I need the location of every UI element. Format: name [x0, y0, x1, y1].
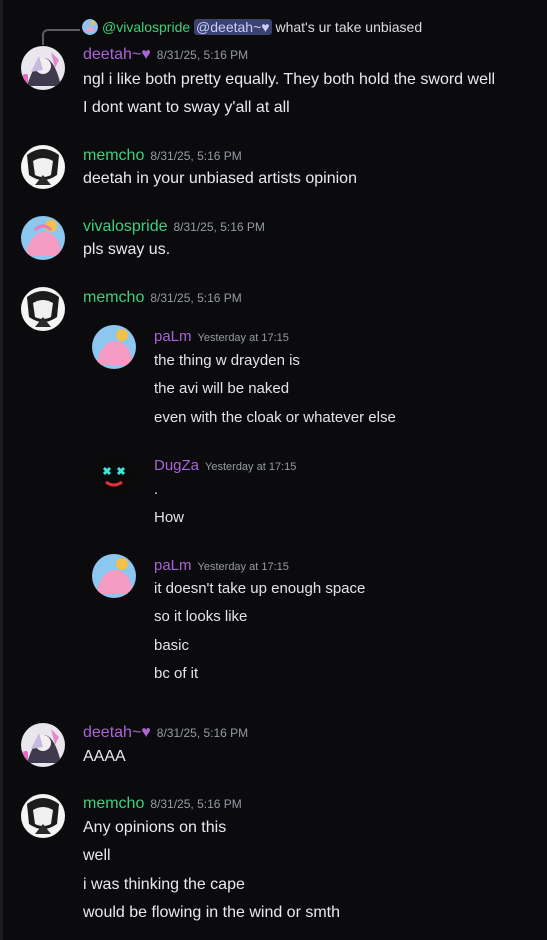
message-memcho-1: memcho 8/31/25, 5:16 PM deetah in your un… [0, 140, 547, 200]
timestamp: 8/31/25, 5:16 PM [150, 149, 242, 163]
reply-connector [42, 29, 80, 45]
message-memcho-3: memcho 8/31/25, 5:16 PM Any opinions on t… [0, 789, 547, 940]
avatar-palm [92, 554, 136, 598]
reply-preview[interactable]: @vivalospride @deetah~♥ what's ur take u… [82, 19, 422, 35]
embed-text: the avi will be naked [154, 380, 290, 397]
avatar-memcho[interactable] [21, 287, 65, 331]
avatar-memcho[interactable] [21, 794, 65, 838]
message-deetah-1: @vivalospride @deetah~♥ what's ur take u… [0, 0, 547, 130]
embed-author: DugZa Yesterday at 17:15 [154, 457, 296, 474]
author-name[interactable]: deetah~♥ 8/31/25, 5:16 PM [83, 724, 248, 742]
author-label[interactable]: deetah~♥ [83, 724, 151, 741]
message-text: Any opinions on this [83, 819, 227, 836]
reply-text: what's ur take unbiased [275, 19, 423, 35]
embed-author-label: paLm [154, 557, 192, 574]
author-label[interactable]: vivalospride [83, 218, 167, 235]
author-name[interactable]: memcho 8/31/25, 5:16 PM [83, 289, 242, 307]
avatar-palm [92, 325, 136, 369]
embed-text: bc of it [154, 665, 199, 682]
author-name[interactable]: memcho 8/31/25, 5:16 PM [83, 147, 242, 165]
timestamp: 8/31/25, 5:16 PM [156, 726, 249, 740]
author-name[interactable]: vivalospride 8/31/25, 5:16 PM [83, 218, 265, 236]
embed-timestamp: Yesterday at 17:15 [205, 461, 297, 473]
embed-timestamp: Yesterday at 17:15 [197, 561, 289, 573]
embed-text: even with the cloak or whatever else [154, 409, 396, 426]
embed-text: so it looks like [154, 608, 248, 625]
avatar-dugza [92, 454, 136, 498]
message-text: I dont want to sway y'all at all [83, 99, 290, 116]
message-text: well [83, 847, 111, 864]
embed-text: basic [154, 637, 190, 654]
reply-avatar [82, 19, 98, 35]
avatar-vivalospride[interactable] [21, 216, 65, 260]
embed-author-label: paLm [154, 328, 192, 345]
message-text: ngl i like both pretty equally. They bot… [83, 71, 496, 88]
message-memcho-2: memcho 8/31/25, 5:16 PM paLm Yesterday at … [0, 282, 547, 702]
author-label[interactable]: deetah~♥ [83, 46, 151, 63]
message-vivalospride: vivalospride 8/31/25, 5:16 PM pls sway us… [0, 211, 547, 271]
embed-timestamp: Yesterday at 17:15 [197, 332, 289, 344]
reply-author[interactable]: @vivalospride [102, 19, 190, 35]
message-text: would be flowing in the wind or smth [83, 904, 341, 921]
timestamp: 8/31/25, 5:16 PM [173, 220, 265, 234]
embed-text: it doesn't take up enough space [154, 580, 366, 597]
avatar-deetah[interactable] [21, 723, 65, 767]
message-text: pls sway us. [83, 241, 171, 258]
embed-text: . [154, 481, 159, 498]
embed-author: paLm Yesterday at 17:15 [154, 328, 289, 345]
timestamp: 8/31/25, 5:16 PM [150, 797, 242, 811]
message-text: i was thinking the cape [83, 876, 245, 893]
avatar-deetah[interactable] [21, 46, 65, 90]
reply-mention[interactable]: @deetah~♥ [194, 19, 272, 35]
message-text: AAAA [83, 748, 126, 765]
author-name[interactable]: memcho 8/31/25, 5:16 PM [83, 795, 242, 813]
timestamp: 8/31/25, 5:16 PM [156, 48, 249, 62]
timestamp: 8/31/25, 5:16 PM [150, 291, 242, 305]
embed-author: paLm Yesterday at 17:15 [154, 557, 289, 574]
embed-text: the thing w drayden is [154, 352, 300, 369]
embed-text: How [154, 509, 185, 526]
message-text: deetah in your unbiased artists opinion [83, 170, 357, 187]
message-deetah-2: deetah~♥ 8/31/25, 5:16 PM AAAA [0, 718, 547, 778]
author-label[interactable]: memcho [83, 795, 144, 812]
embed-author-label: DugZa [154, 457, 200, 474]
author-name[interactable]: deetah~♥ 8/31/25, 5:16 PM [83, 46, 248, 64]
author-label[interactable]: memcho [83, 147, 144, 164]
author-label[interactable]: memcho [83, 289, 144, 306]
avatar-memcho[interactable] [21, 145, 65, 189]
